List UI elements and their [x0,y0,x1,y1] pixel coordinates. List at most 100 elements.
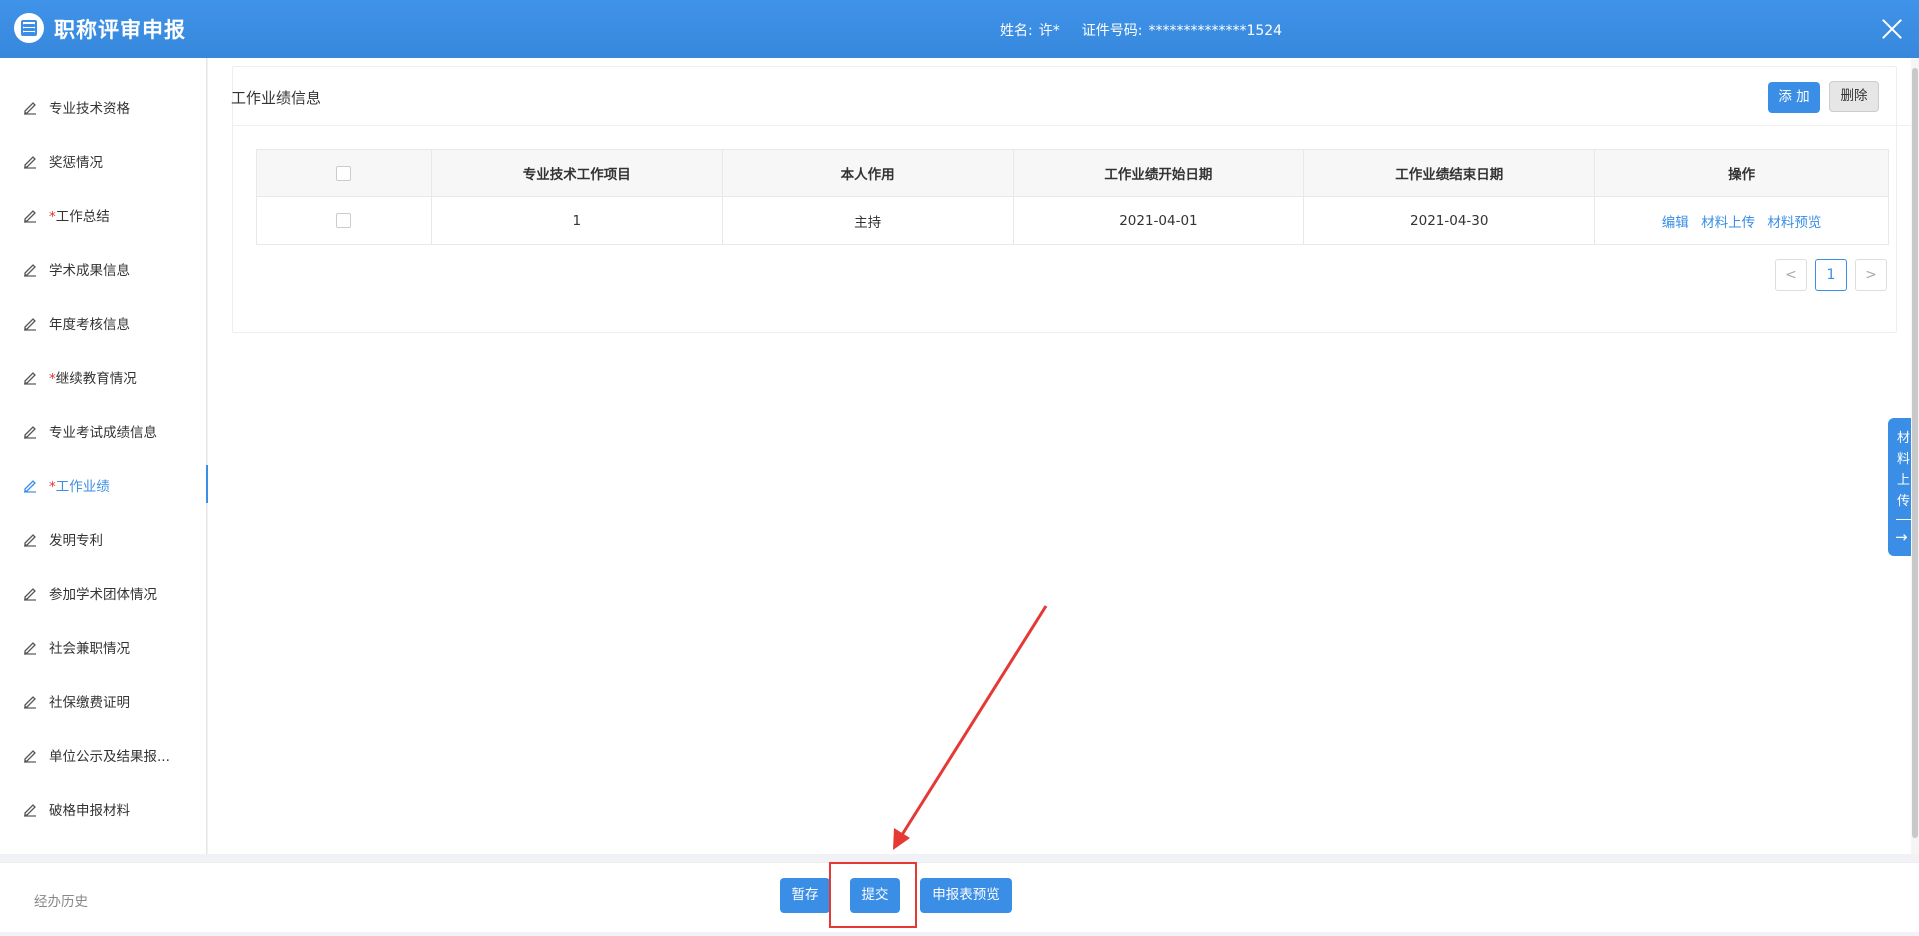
edit-pen-icon [24,426,36,439]
sidebar-item[interactable]: 年度考核信息 [0,304,207,340]
achievement-table: 专业技术工作项目 本人作用 工作业绩开始日期 工作业绩结束日期 操作 1 主持 … [256,149,1889,245]
edit-pen-icon [24,210,36,223]
edit-pen-icon [24,804,36,817]
sidebar-item-label: 奖惩情况 [49,151,189,171]
sidebar-item-text: 社会兼职情况 [49,641,130,657]
arrow-right-icon: → [1895,528,1908,546]
pager-next-button[interactable]: > [1855,259,1887,291]
sidebar-item-label: *继续教育情况 [49,367,189,387]
pager-page-1[interactable]: 1 [1815,259,1847,291]
add-button[interactable]: 添 加 [1768,82,1820,113]
sidebar-item-label: 参加学术团体情况 [49,583,189,603]
sidebar-item-text: 破格申报材料 [49,803,130,819]
sidebar-item-text: 学术成果信息 [49,263,130,279]
sidebar-item-text: 社保缴费证明 [49,695,130,711]
sidebar-item-label: 社保缴费证明 [49,691,189,711]
sidebar-item[interactable]: 学术成果信息 [0,250,207,286]
sidebar-item-text: 奖惩情况 [49,155,103,171]
scrollbar-thumb[interactable] [1912,68,1918,838]
sidebar-item[interactable]: 社会兼职情况 [0,628,207,664]
sidebar-item[interactable]: 发明专利 [0,520,207,556]
upload-material-link[interactable]: 材料上传 [1701,215,1755,231]
sidebar-item-label: 专业技术资格 [49,97,189,117]
close-icon[interactable] [1880,17,1904,41]
sidebar-item-text: 年度考核信息 [49,317,130,333]
sidebar-item-label: 年度考核信息 [49,313,189,333]
required-star: * [49,209,56,225]
sidebar-item-text: 工作总结 [55,209,110,225]
tab-divider [1896,519,1912,520]
sidebar-item[interactable]: 参加学术团体情况 [0,574,207,610]
app-title: 职称评审申报 [54,18,186,42]
sidebar-item[interactable]: 社保缴费证明 [0,682,207,718]
edit-pen-icon [24,102,36,115]
sidebar: 专业技术资格 奖惩情况 *工作总结 学术成果信息 年度考核信息 *继续教育情况 专业考试成绩… [0,58,208,854]
panel-divider [232,125,1911,126]
edit-pen-icon [24,156,36,169]
save-draft-button[interactable]: 暂存 [780,878,830,913]
edit-pen-icon [24,480,36,493]
sidebar-item[interactable]: 奖惩情况 [0,142,207,178]
sidebar-item-label: 破格申报材料 [49,799,189,819]
delete-button[interactable]: 删除 [1829,81,1879,112]
project-cell: 1 [430,196,723,245]
sidebar-item-text: 专业技术资格 [49,101,130,117]
column-header: 工作业绩结束日期 [1303,149,1596,197]
edit-pen-icon [24,750,36,763]
list-document-icon [14,13,44,43]
pager-prev-button[interactable]: < [1775,259,1807,291]
sidebar-item[interactable]: 专业考试成绩信息 [0,412,207,448]
preview-material-link[interactable]: 材料预览 [1767,215,1821,231]
select-all-checkbox[interactable] [336,165,352,181]
annotation-highlight-box [829,862,917,928]
table-header-row: 专业技术工作项目 本人作用 工作业绩开始日期 工作业绩结束日期 操作 [256,149,1889,197]
table-row: 1 主持 2021-04-01 2021-04-30 编辑 材料上传 材料预览 [256,196,1889,245]
sidebar-item-text: 发明专利 [49,533,103,549]
edit-pen-icon [24,534,36,547]
user-info: 姓名: 许* 证件号码: **************1524 [1000,20,1304,40]
start-date-cell: 2021-04-01 [1012,196,1305,245]
column-header: 本人作用 [721,149,1014,197]
sidebar-item-label: 单位公示及结果报... [49,745,189,765]
edit-pen-icon [24,588,36,601]
sidebar-item-text: 专业考试成绩信息 [49,425,157,441]
edit-pen-icon [24,264,36,277]
required-star: * [49,479,56,495]
select-all-cell [256,149,432,197]
sidebar-item-label: *工作总结 [49,205,189,225]
role-cell: 主持 [721,196,1014,245]
edit-pen-icon [24,318,36,331]
sidebar-item-text: 参加学术团体情况 [49,587,157,603]
sidebar-item[interactable]: 单位公示及结果报... [0,736,207,772]
required-star: * [49,371,56,387]
column-header: 专业技术工作项目 [430,149,723,197]
history-link[interactable]: 经办历史 [34,890,88,910]
id-label: 证件号码: [1081,23,1143,39]
name-label: 姓名: [1000,23,1033,39]
sidebar-item-label: 发明专利 [49,529,189,549]
app-header: 职称评审申报 姓名: 许* 证件号码: **************1524 [0,0,1919,58]
id-value: **************1524 [1148,23,1283,39]
sidebar-item-label: 学术成果信息 [49,259,189,279]
row-checkbox[interactable] [336,213,352,228]
sidebar-item[interactable]: 专业技术资格 [0,88,207,124]
sidebar-item-text: 单位公示及结果报... [49,749,170,765]
sidebar-item[interactable]: *工作业绩 [0,465,208,503]
sidebar-item-label: 社会兼职情况 [49,637,189,657]
column-header: 操作 [1594,149,1889,197]
preview-form-button[interactable]: 申报表预览 [920,878,1012,913]
sidebar-item[interactable]: 破格申报材料 [0,790,207,826]
panel-title: 工作业绩信息 [231,89,322,107]
sidebar-item-text: 工作业绩 [55,479,110,495]
sidebar-item-text: 继续教育情况 [55,371,137,387]
edit-pen-icon [24,696,36,709]
sidebar-item[interactable]: *工作总结 [0,196,207,232]
sidebar-item-label: 专业考试成绩信息 [49,421,189,441]
actions-cell: 编辑 材料上传 材料预览 [1594,196,1889,245]
sidebar-item-label: *工作业绩 [49,475,189,495]
edit-link[interactable]: 编辑 [1662,215,1689,231]
sidebar-item[interactable]: *继续教育情况 [0,358,207,394]
column-header: 工作业绩开始日期 [1012,149,1305,197]
scrollbar[interactable] [1911,58,1919,854]
row-select-cell [256,196,432,245]
